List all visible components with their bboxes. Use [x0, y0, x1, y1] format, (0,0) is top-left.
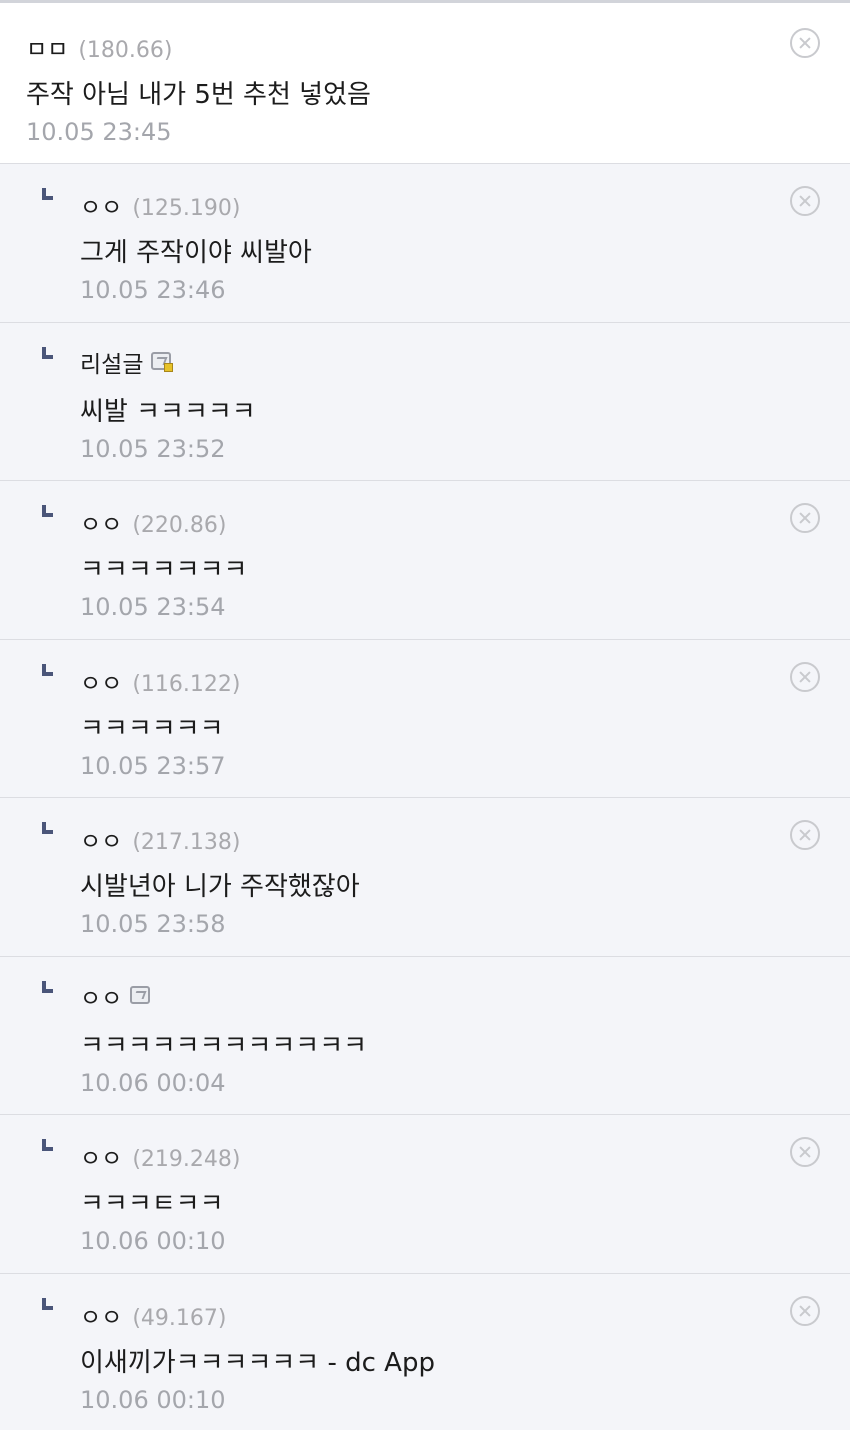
- author-ip: (125.190): [132, 196, 241, 221]
- author-nick: ㅇㅇ: [80, 829, 123, 855]
- comment-text: ㅋㅋㅋㅋㅋㅋ: [80, 714, 224, 744]
- reply-item: ㅇㅇ (116.122) ㅋㅋㅋㅋㅋㅋ 10.05 23:57: [0, 640, 850, 798]
- comment-author[interactable]: ㅇㅇ (217.138): [80, 822, 240, 856]
- reply-arrow-icon: [42, 1298, 53, 1310]
- comment-date: 10.06 00:04: [80, 1069, 226, 1097]
- author-nick: ㅇㅇ: [80, 671, 123, 697]
- delete-comment-icon[interactable]: [790, 820, 820, 850]
- delete-comment-icon[interactable]: [790, 186, 820, 216]
- comment-text: 씨발 ㅋㅋㅋㅋㅋ: [80, 397, 256, 427]
- reply-arrow-icon: [42, 822, 53, 834]
- comment-text: ㅋㅋㅋㅋㅋㅋㅋ: [80, 555, 248, 585]
- author-ip: (116.122): [132, 672, 241, 697]
- comment-author[interactable]: ㅇㅇ (116.122): [80, 664, 240, 698]
- author-nick: ㅇㅇ: [80, 512, 123, 538]
- author-nick: ㅇㅇ: [80, 986, 123, 1012]
- author-nick: ㅁㅁ: [26, 37, 69, 63]
- comment-date: 10.05 23:46: [80, 276, 226, 304]
- reply-arrow-icon: [42, 1139, 53, 1151]
- delete-comment-icon[interactable]: [790, 1296, 820, 1326]
- reply-item: ㅇㅇ (49.167) 이새끼가ㅋㅋㅋㅋㅋㅋ - dc App 10.06 00:…: [0, 1274, 850, 1430]
- reply-item: ㅇㅇ (217.138) 시발년아 니가 주작했잖아 10.05 23:58: [0, 798, 850, 957]
- reply-item: ㅇㅇ (219.248) ㅋㅋㅋㅌㅋㅋ 10.06 00:10: [0, 1115, 850, 1274]
- reply-item: 리설글 씨발 ㅋㅋㅋㅋㅋ 10.05 23:52: [0, 323, 850, 481]
- comment-text: 그게 주작이야 씨발아: [80, 238, 312, 268]
- comment-date: 10.05 23:57: [80, 752, 226, 780]
- reply-arrow-icon: [42, 347, 53, 359]
- comment-date: 10.05 23:52: [80, 435, 226, 463]
- comment-date: 10.05 23:45: [26, 118, 172, 146]
- reply-item: ㅇㅇ (125.190) 그게 주작이야 씨발아 10.05 23:46: [0, 164, 850, 323]
- comment-author[interactable]: ㅇㅇ (220.86): [80, 505, 226, 539]
- delete-comment-icon[interactable]: [790, 503, 820, 533]
- reply-item: ㅇㅇ ㅋㅋㅋㅋㅋㅋㅋㅋㅋㅋㅋㅋ 10.06 00:04: [0, 957, 850, 1115]
- reply-arrow-icon: [42, 188, 53, 200]
- reply-arrow-icon: [42, 981, 53, 993]
- comment-date: 10.05 23:58: [80, 910, 226, 938]
- comment-date: 10.05 23:54: [80, 593, 226, 621]
- delete-comment-icon[interactable]: [790, 28, 820, 58]
- comment-item: ㅁㅁ (180.66) 주작 아님 내가 5번 추천 넣었음 10.05 23:4…: [0, 6, 850, 164]
- author-ip: (219.248): [132, 1147, 241, 1172]
- delete-comment-icon[interactable]: [790, 1137, 820, 1167]
- comment-author[interactable]: 리설글: [80, 345, 174, 379]
- author-ip: (49.167): [132, 1306, 227, 1331]
- author-ip: (217.138): [132, 830, 241, 855]
- comment-text: 주작 아님 내가 5번 추천 넣었음: [26, 80, 371, 110]
- reply-arrow-icon: [42, 505, 53, 517]
- author-ip: (220.86): [132, 513, 227, 538]
- gallog-user-icon[interactable]: [130, 986, 151, 1004]
- reply-arrow-icon: [42, 664, 53, 676]
- comment-author[interactable]: ㅁㅁ (180.66): [26, 30, 172, 64]
- author-nick: ㅇㅇ: [80, 1305, 123, 1331]
- delete-comment-icon[interactable]: [790, 662, 820, 692]
- gallog-fixed-user-icon[interactable]: [151, 352, 174, 372]
- comment-author[interactable]: ㅇㅇ (125.190): [80, 188, 240, 222]
- comment-date: 10.06 00:10: [80, 1386, 226, 1414]
- comment-author[interactable]: ㅇㅇ: [80, 979, 151, 1013]
- author-nick: ㅇㅇ: [80, 1146, 123, 1172]
- author-nick: ㅇㅇ: [80, 195, 123, 221]
- comment-date: 10.06 00:10: [80, 1227, 226, 1255]
- comment-text: ㅋㅋㅋㅋㅋㅋㅋㅋㅋㅋㅋㅋ: [80, 1031, 368, 1061]
- comment-author[interactable]: ㅇㅇ (219.248): [80, 1139, 240, 1173]
- comment-text: 이새끼가ㅋㅋㅋㅋㅋㅋ - dc App: [80, 1348, 435, 1378]
- reply-item: ㅇㅇ (220.86) ㅋㅋㅋㅋㅋㅋㅋ 10.05 23:54: [0, 481, 850, 640]
- author-ip: (180.66): [78, 38, 173, 63]
- author-nick: 리설글: [80, 352, 144, 378]
- comment-text: 시발년아 니가 주작했잖아: [80, 872, 360, 902]
- comment-author[interactable]: ㅇㅇ (49.167): [80, 1298, 226, 1332]
- comment-text: ㅋㅋㅋㅌㅋㅋ: [80, 1189, 224, 1219]
